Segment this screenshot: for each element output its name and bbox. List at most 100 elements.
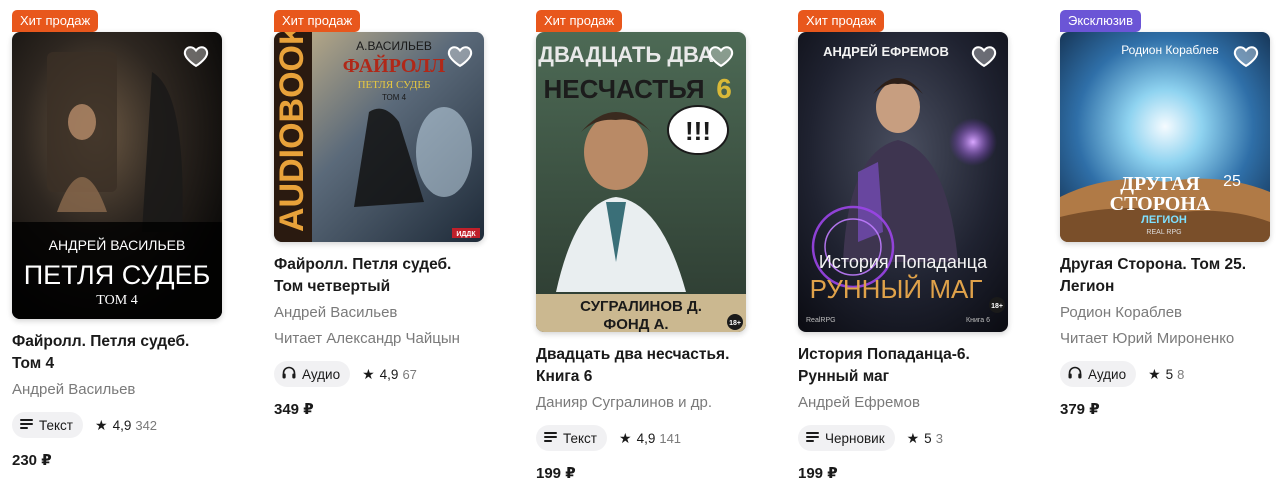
- book-cover[interactable]: АНДРЕЙ ЕФРЕМОВ История Попаданца РУННЫЙ …: [798, 32, 1008, 332]
- format-pill: Черновик: [798, 425, 895, 451]
- cover-subtitle: ЛЕГИОН: [1141, 214, 1187, 226]
- format-pill: Текст: [12, 412, 83, 438]
- title-line: Том 4: [12, 355, 55, 372]
- text-lines-icon: [20, 418, 33, 433]
- format-pill: Аудио: [274, 361, 351, 387]
- book-price: 379 ₽: [1060, 401, 1100, 418]
- cover-number: 25: [1223, 173, 1241, 190]
- title-line: Двадцать два несчастья.: [536, 346, 730, 363]
- cover-art-image: АНДРЕЙ ЕФРЕМОВ История Попаданца РУННЫЙ …: [798, 32, 1008, 332]
- cover-volume: ТОМ 4: [96, 293, 137, 308]
- star-icon: ★: [362, 366, 375, 382]
- book-cover[interactable]: АНДРЕЙ ВАСИЛЬЕВ ПЕТЛЯ СУДЕБ ТОМ 4: [12, 32, 222, 319]
- cover-author: АНДРЕЙ ВАСИЛЬЕВ: [49, 236, 186, 253]
- cover-author: А.ВАСИЛЬЕВ: [356, 39, 432, 53]
- rating: ★ 4,9 342: [95, 418, 157, 433]
- star-icon: ★: [95, 417, 108, 433]
- title-line: Файролл. Петля судеб.: [274, 256, 452, 273]
- format-label: Аудио: [1088, 366, 1127, 382]
- cover-title-2: СТОРОНА: [1110, 193, 1211, 215]
- rating-count: 141: [659, 430, 682, 446]
- cover-series: История Попаданца: [819, 252, 988, 272]
- cover-age: 18+: [729, 320, 741, 327]
- headphones-icon: [282, 366, 296, 382]
- title-line: Рунный маг: [798, 368, 890, 385]
- book-author[interactable]: Данияр Сугралинов и др.: [536, 393, 712, 413]
- cover-imprint: RealRPG: [806, 317, 836, 324]
- star-icon: ★: [906, 430, 920, 446]
- cover-age: 18+: [991, 303, 1003, 310]
- rating-value: 5: [924, 430, 932, 446]
- book-price: 199 ₽: [536, 465, 576, 482]
- favorite-heart-icon[interactable]: [181, 41, 211, 71]
- rating: ★ 4,9 141: [619, 431, 681, 446]
- cover-book-number: Книга 6: [966, 317, 990, 324]
- cover-volume: ТОМ 4: [382, 93, 407, 102]
- badge-hit: Хит продаж: [536, 10, 623, 32]
- book-narrator[interactable]: Читает Юрий Мироненко: [1060, 329, 1234, 349]
- rating-value: 4,9: [379, 366, 399, 382]
- cover-author: АНДРЕЙ ЕФРЕМОВ: [823, 44, 949, 59]
- cover-title: ПЕТЛЯ СУДЕБ: [24, 260, 211, 290]
- text-lines-icon: [806, 431, 819, 446]
- book-title[interactable]: Двадцать два несчастья. Книга 6: [536, 344, 766, 388]
- cover-title-1: ДРУГАЯ: [1120, 173, 1200, 195]
- rating: ★ 5 3: [907, 431, 943, 446]
- title-line: Другая Сторона. Том 25.: [1060, 256, 1247, 273]
- favorite-heart-icon[interactable]: [1231, 41, 1261, 71]
- star-icon: ★: [619, 430, 632, 446]
- headphones-icon: [1068, 366, 1082, 382]
- title-line: Легион: [1060, 278, 1115, 295]
- book-title[interactable]: История Попаданца-6. Рунный маг: [798, 344, 1028, 388]
- cover-audiobook: AUDIOBOOK: [274, 32, 311, 232]
- cover-author-1: СУГРАЛИНОВ Д.: [580, 298, 702, 315]
- book-cover[interactable]: ДВАДЦАТЬ ДВА НЕСЧАСТЬЯ 6 !!! СУГРАЛИНОВ …: [536, 32, 746, 332]
- rating-count: 342: [135, 417, 158, 433]
- rating: ★ 4,9 67: [362, 367, 417, 382]
- format-pill: Аудио: [1060, 361, 1137, 387]
- format-label: Черновик: [825, 430, 885, 446]
- rating-value: 5: [1165, 366, 1174, 382]
- book-title[interactable]: Другая Сторона. Том 25. Легион: [1060, 254, 1278, 298]
- book-author[interactable]: Андрей Васильев: [12, 380, 135, 400]
- favorite-heart-icon[interactable]: [445, 41, 475, 71]
- rating-count: 67: [402, 366, 417, 382]
- book-author[interactable]: Андрей Васильев: [274, 303, 397, 323]
- text-lines-icon: [544, 431, 557, 446]
- rating: ★ 5 8: [1148, 367, 1184, 382]
- title-line: Том четвертый: [274, 278, 391, 295]
- rating-value: 4,9: [112, 417, 132, 433]
- book-author[interactable]: Родион Кораблев: [1060, 303, 1182, 323]
- favorite-heart-icon[interactable]: [969, 41, 999, 71]
- badge-hit: Хит продаж: [12, 10, 99, 32]
- cover-publisher: ИДДК: [456, 231, 476, 238]
- cover-subtitle: ПЕТЛЯ СУДЕБ: [358, 79, 431, 91]
- favorite-heart-icon[interactable]: [706, 41, 736, 71]
- cover-imprint: REAL RPG: [1146, 229, 1181, 236]
- cover-art-image: АНДРЕЙ ВАСИЛЬЕВ ПЕТЛЯ СУДЕБ ТОМ 4: [12, 32, 222, 319]
- cover-art-image: ДВАДЦАТЬ ДВА НЕСЧАСТЬЯ 6 !!! СУГРАЛИНОВ …: [536, 32, 746, 332]
- badge-hit: Хит продаж: [274, 10, 361, 32]
- badge-hit: Хит продаж: [798, 10, 885, 32]
- badge-exclusive: Эксклюзив: [1060, 10, 1141, 32]
- title-line: Книга 6: [536, 368, 593, 385]
- format-label: Аудио: [302, 366, 341, 382]
- book-price: 349 ₽: [274, 401, 314, 418]
- format-label: Текст: [563, 430, 597, 446]
- cover-author-2: ФОНД А.: [603, 316, 668, 332]
- book-author[interactable]: Андрей Ефремов: [798, 393, 920, 413]
- cover-title: ФАЙРОЛЛ: [343, 54, 445, 77]
- book-narrator[interactable]: Читает Александр Чайцын: [274, 329, 460, 349]
- book-title[interactable]: Файролл. Петля судеб. Том четвертый: [274, 254, 504, 298]
- cover-author: Родион Кораблев: [1121, 43, 1219, 57]
- cover-title: РУННЫЙ МАГ: [810, 274, 983, 304]
- title-line: История Попаданца-6.: [798, 346, 970, 363]
- book-title[interactable]: Файролл. Петля судеб. Том 4: [12, 331, 242, 375]
- book-price: 199 ₽: [798, 465, 838, 482]
- format-pill: Текст: [536, 425, 607, 451]
- rating-value: 4,9: [636, 430, 656, 446]
- title-line: Файролл. Петля судеб.: [12, 333, 190, 350]
- cover-title-top: ДВАДЦАТЬ ДВА: [538, 42, 714, 67]
- cover-exclaim: !!!: [685, 116, 711, 146]
- star-icon: ★: [1148, 366, 1161, 382]
